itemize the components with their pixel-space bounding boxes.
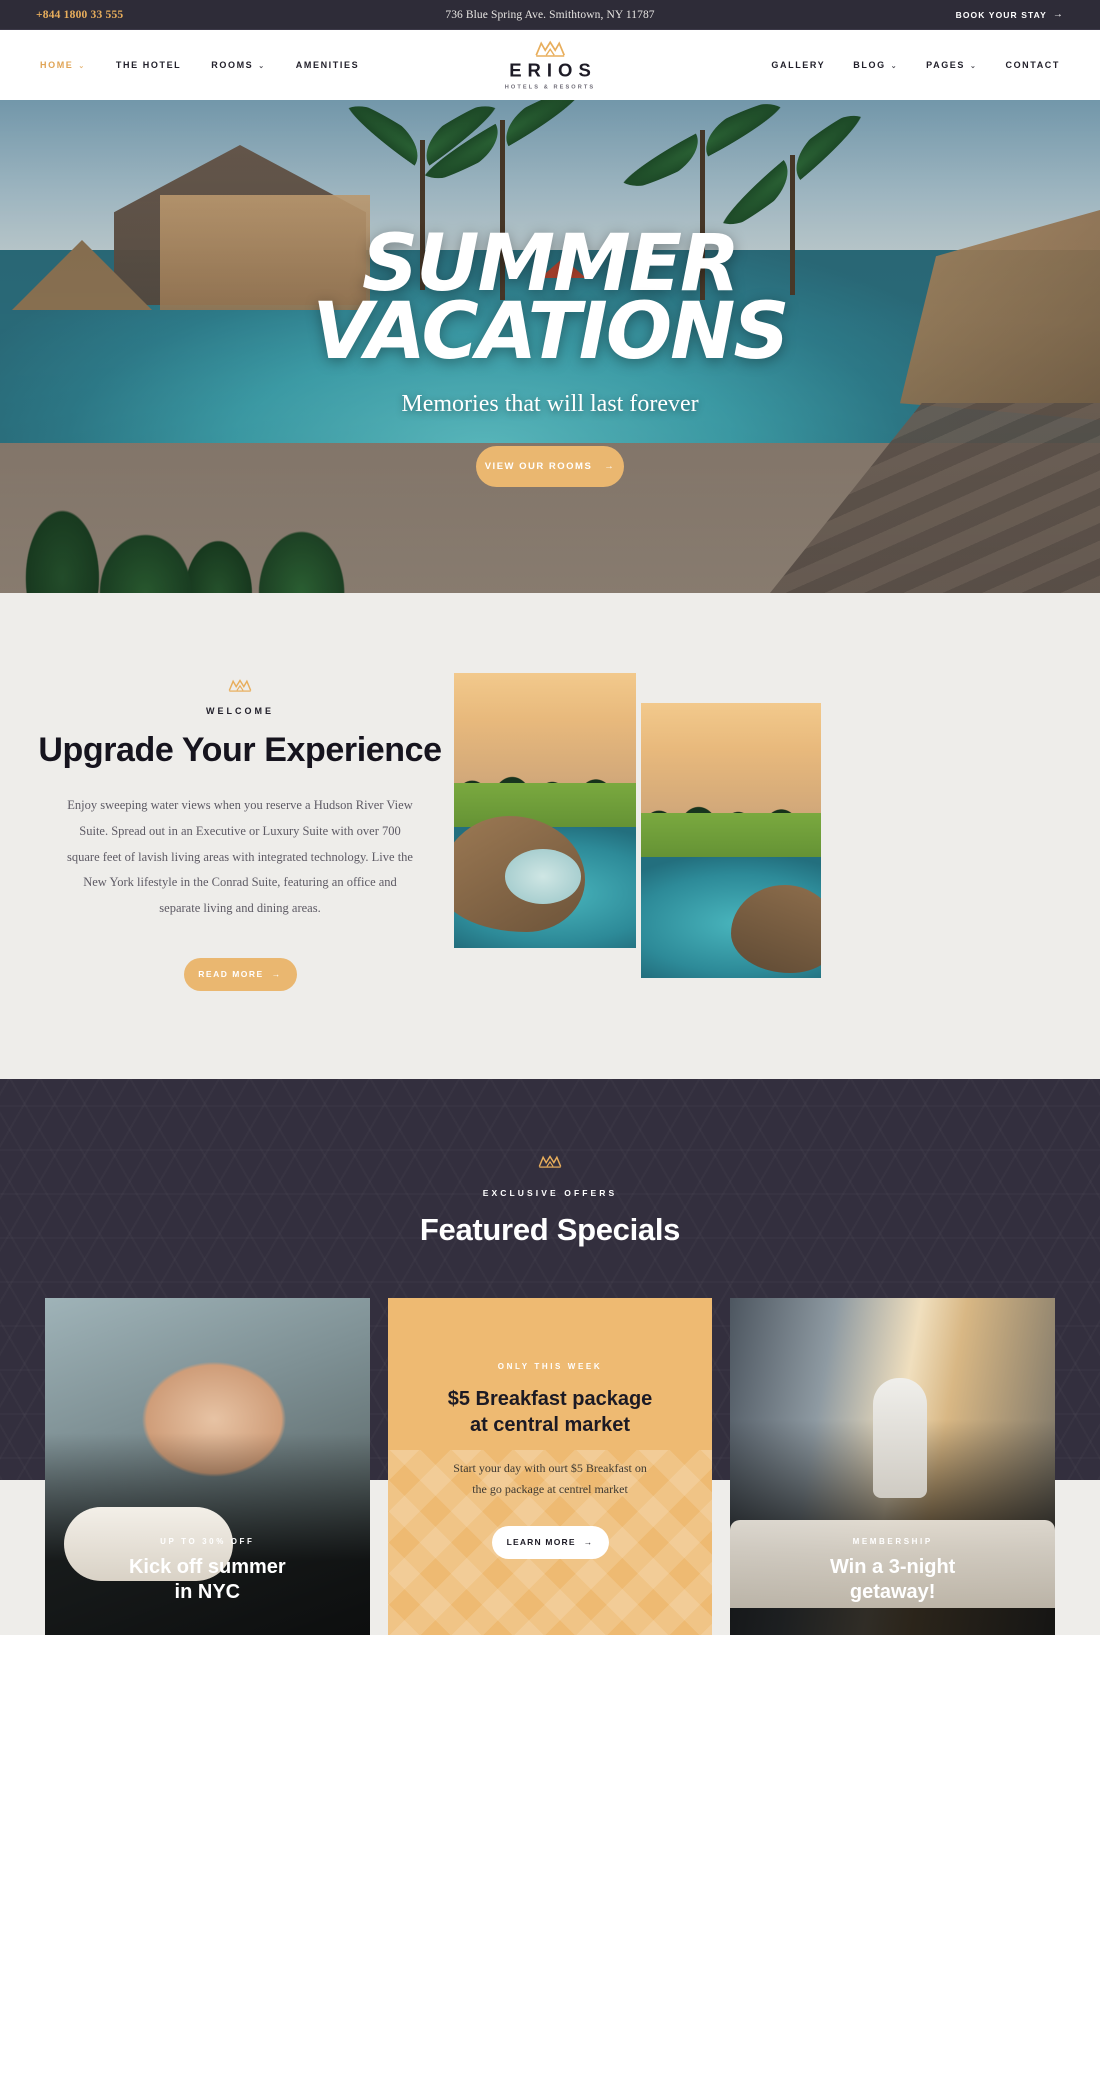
welcome-eyebrow: WELCOME	[206, 706, 274, 716]
welcome-section: WELCOME Upgrade Your Experience Enjoy sw…	[0, 593, 1100, 1079]
crown-divider-icon	[538, 1154, 562, 1168]
special-card-summer[interactable]: UP TO 30% OFF Kick off summer in NYC	[45, 1297, 370, 1635]
nav-item-label: HOME	[40, 60, 74, 70]
card-title-line2: in NYC	[174, 1580, 241, 1603]
nav-item-label: GALLERY	[771, 60, 826, 70]
nav-item-label: AMENITIES	[295, 60, 360, 70]
chevron-down-icon: ⌄	[890, 63, 899, 70]
nav-item-amenities[interactable]: AMENITIES	[296, 60, 359, 70]
site-logo[interactable]: ERIOS HOTELS & RESORTS	[503, 40, 597, 90]
arrow-right-icon: →	[271, 969, 282, 980]
nav-item-label: CONTACT	[1005, 60, 1060, 70]
chevron-down-icon: ⌄	[970, 63, 978, 70]
card-description-line1: Start your day with ourt $5 Breakfast on	[453, 1460, 647, 1475]
view-our-rooms-label: VIEW OUR ROOMS	[484, 461, 593, 473]
photo-hot-tub	[504, 849, 582, 904]
nav-right-group: GALLERY BLOG ⌄ PAGES ⌄ CONTACT	[771, 60, 1060, 70]
card-caption: UP TO 30% OFF Kick off summer in NYC	[45, 1537, 370, 1635]
nav-item-blog[interactable]: BLOG ⌄	[853, 60, 898, 70]
logo-tagline: HOTELS & RESORTS	[504, 83, 596, 90]
main-navigation: HOME ⌄ THE HOTEL ROOMS ⌄ AMENITIES ERIOS HOTE…	[0, 30, 1100, 100]
card-title-line2: getaway!	[849, 1580, 936, 1603]
arrow-right-icon: →	[583, 1537, 594, 1548]
nav-item-pages[interactable]: PAGES ⌄	[926, 60, 977, 70]
arrow-right-icon: →	[1052, 8, 1064, 20]
card-title: Kick off summer in NYC	[63, 1555, 352, 1605]
learn-more-label: LEARN MORE	[506, 1537, 576, 1548]
welcome-photo-left[interactable]	[454, 673, 636, 948]
nav-item-contact[interactable]: CONTACT	[1005, 60, 1060, 70]
nav-item-label: PAGES	[926, 60, 965, 70]
welcome-gallery	[454, 673, 1054, 983]
nav-item-the-hotel[interactable]: THE HOTEL	[116, 60, 181, 70]
nav-item-label: BLOG	[853, 60, 886, 70]
crown-divider-icon	[228, 679, 252, 692]
hero-title-line2: VACATIONS	[312, 286, 789, 377]
card-title-line1: Win a 3-night	[829, 1556, 956, 1578]
nav-item-gallery[interactable]: GALLERY	[771, 60, 825, 70]
welcome-inner: WELCOME Upgrade Your Experience Enjoy sw…	[0, 671, 1100, 991]
specials-heading: Featured Specials	[419, 1211, 681, 1247]
read-more-button[interactable]: READ MORE →	[183, 957, 297, 991]
hero-content: SUMMER VACATIONS Memories that will last…	[0, 225, 1100, 488]
address-text: 736 Blue Spring Ave. Smithtown, NY 11787	[445, 8, 655, 21]
card-description-line2: the go package at centrel market	[472, 1481, 628, 1496]
top-bar: +844 1800 33 555 736 Blue Spring Ave. Sm…	[0, 0, 1100, 30]
chevron-down-icon: ⌄	[78, 63, 86, 70]
hero-subtitle: Memories that will last forever	[401, 391, 699, 418]
welcome-paragraph: Enjoy sweeping water views when you rese…	[67, 798, 413, 915]
nav-item-label: ROOMS	[211, 60, 254, 70]
specials-eyebrow: EXCLUSIVE OFFERS	[482, 1187, 618, 1198]
arrow-right-icon: →	[604, 461, 616, 473]
special-card-membership[interactable]: MEMBERSHIP Win a 3-night getaway!	[730, 1297, 1056, 1635]
card-title-line2: at central market	[469, 1413, 631, 1436]
nav-left-group: HOME ⌄ THE HOTEL ROOMS ⌄ AMENITIES	[40, 60, 359, 70]
specials-card-list: UP TO 30% OFF Kick off summer in NYC ONL…	[0, 1297, 1100, 1635]
card-title-line1: $5 Breakfast package	[447, 1387, 653, 1410]
card-eyebrow: MEMBERSHIP	[852, 1537, 933, 1546]
specials-header: EXCLUSIVE OFFERS Featured Specials	[0, 1154, 1100, 1248]
book-your-stay-button[interactable]: BOOK YOUR STAY →	[955, 8, 1064, 20]
hero-title: SUMMER VACATIONS	[0, 225, 1100, 377]
card-title: $5 Breakfast package at central market	[448, 1386, 653, 1438]
card-title-line1: Kick off summer	[128, 1556, 286, 1578]
read-more-label: READ MORE	[198, 969, 264, 980]
featured-specials-section: EXCLUSIVE OFFERS Featured Specials UP TO…	[0, 1078, 1100, 1635]
logo-wordmark: ERIOS	[509, 59, 597, 81]
card-eyebrow: ONLY THIS WEEK	[497, 1361, 603, 1371]
learn-more-button[interactable]: LEARN MORE →	[491, 1525, 609, 1559]
chevron-down-icon: ⌄	[258, 63, 266, 70]
welcome-photo-right[interactable]	[641, 703, 821, 978]
nav-item-home[interactable]: HOME ⌄	[40, 60, 86, 70]
card-caption: MEMBERSHIP Win a 3-night getaway!	[730, 1537, 1055, 1635]
card-eyebrow: UP TO 30% OFF	[160, 1537, 255, 1546]
special-card-breakfast[interactable]: ONLY THIS WEEK $5 Breakfast package at c…	[387, 1297, 713, 1635]
nav-item-label: THE HOTEL	[115, 60, 182, 70]
card-description: Start your day with ourt $5 Breakfast on…	[453, 1458, 647, 1500]
welcome-text-column: WELCOME Upgrade Your Experience Enjoy sw…	[0, 671, 444, 991]
view-our-rooms-button[interactable]: VIEW OUR ROOMS →	[476, 446, 624, 488]
card-title: Win a 3-night getaway!	[748, 1555, 1037, 1605]
hero-section: SUMMER VACATIONS Memories that will last…	[0, 100, 1100, 593]
crown-logo-icon	[535, 40, 565, 57]
person-figure	[873, 1378, 928, 1499]
nav-item-rooms[interactable]: ROOMS ⌄	[211, 60, 265, 70]
book-your-stay-label: BOOK YOUR STAY	[955, 9, 1047, 20]
welcome-heading: Upgrade Your Experience	[38, 731, 442, 769]
